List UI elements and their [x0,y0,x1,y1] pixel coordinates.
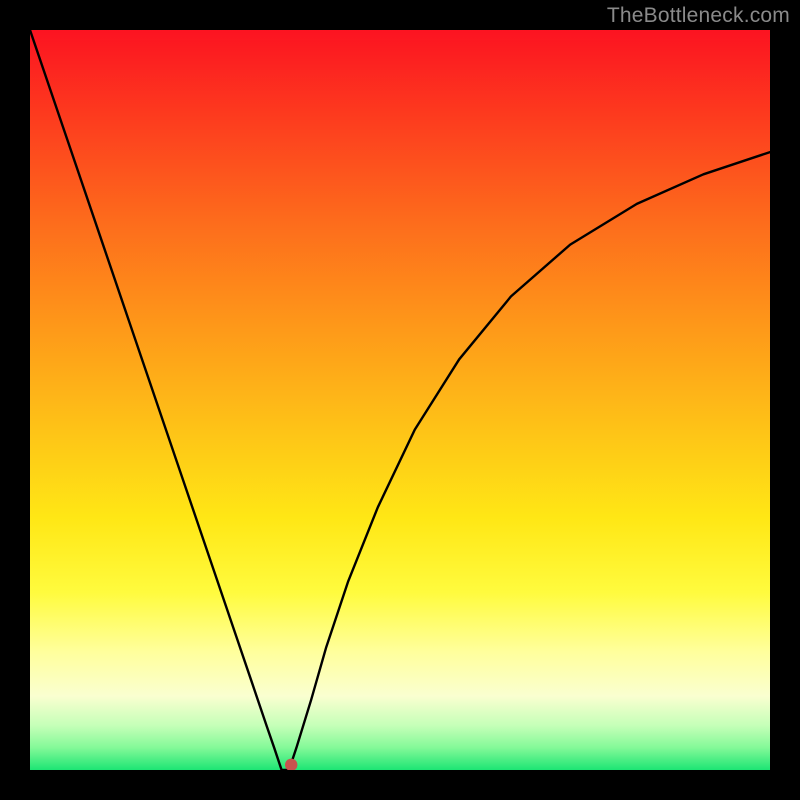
chart-stage: TheBottleneck.com [0,0,800,800]
plot-area [30,30,770,770]
watermark-text: TheBottleneck.com [607,4,790,28]
curve-layer [30,30,770,770]
bottleneck-curve [30,30,770,770]
marker-dot [285,759,297,770]
